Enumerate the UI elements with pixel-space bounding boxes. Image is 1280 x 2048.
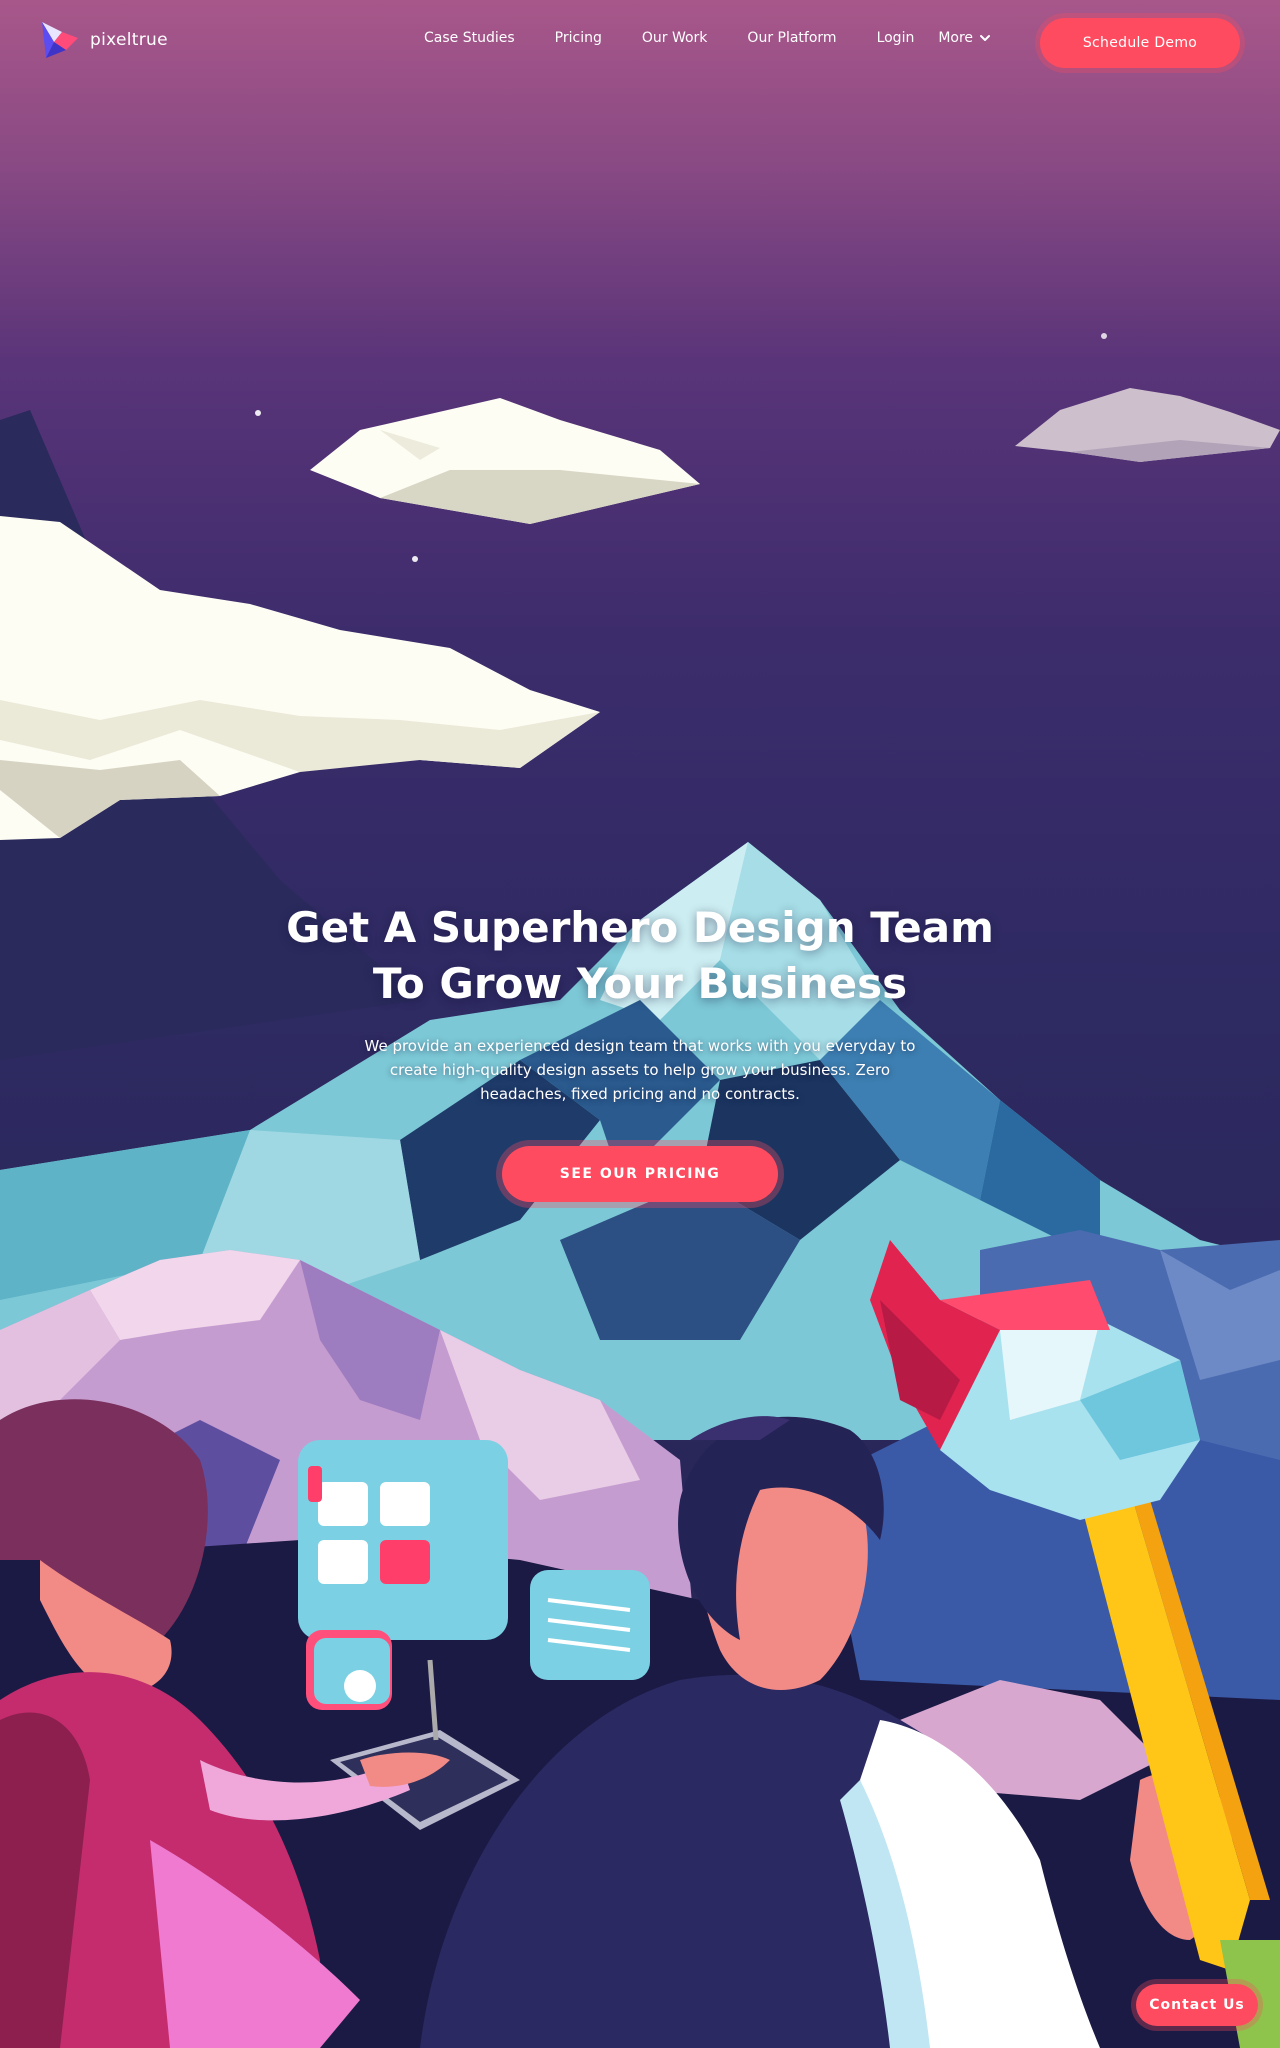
site-header: pixeltrue Case Studies Pricing Our Work … <box>0 0 1280 90</box>
star <box>1101 333 1107 339</box>
nav-case-studies[interactable]: Case Studies <box>424 30 515 46</box>
landing-page: pixeltrue Case Studies Pricing Our Work … <box>0 0 1280 2048</box>
schedule-demo-button[interactable]: Schedule Demo <box>1040 18 1240 68</box>
star <box>255 410 261 416</box>
chevron-down-icon <box>980 35 991 41</box>
pixeltrue-logo-icon <box>42 22 78 58</box>
nav-our-work[interactable]: Our Work <box>642 30 708 46</box>
logo-wordmark: pixeltrue <box>90 30 168 50</box>
hero-title: Get A Superhero Design Team To Grow Your… <box>240 900 1040 1012</box>
hero-title-line-2: To Grow Your Business <box>372 959 908 1008</box>
contact-us-button[interactable]: Contact Us <box>1136 1984 1258 2026</box>
hero-subtitle: We provide an experienced design team th… <box>364 1037 916 1103</box>
nav-pricing[interactable]: Pricing <box>555 30 602 46</box>
nav-our-platform[interactable]: Our Platform <box>747 30 836 46</box>
cloud-small <box>310 398 700 524</box>
nav-more-label: More <box>938 30 974 46</box>
hero-title-line-1: Get A Superhero Design Team <box>286 903 994 952</box>
cloud-large <box>0 516 600 840</box>
nav-more-dropdown[interactable]: More <box>938 30 991 46</box>
see-pricing-button[interactable]: SEE OUR PRICING <box>502 1146 778 1202</box>
main-nav: Case Studies Pricing Our Work Our Platfo… <box>424 30 991 46</box>
nav-login[interactable]: Login <box>877 30 915 46</box>
hero-section: Get A Superhero Design Team To Grow Your… <box>240 900 1040 1202</box>
cloud-far <box>1015 388 1280 462</box>
logo[interactable]: pixeltrue <box>40 20 168 60</box>
star <box>412 556 418 562</box>
